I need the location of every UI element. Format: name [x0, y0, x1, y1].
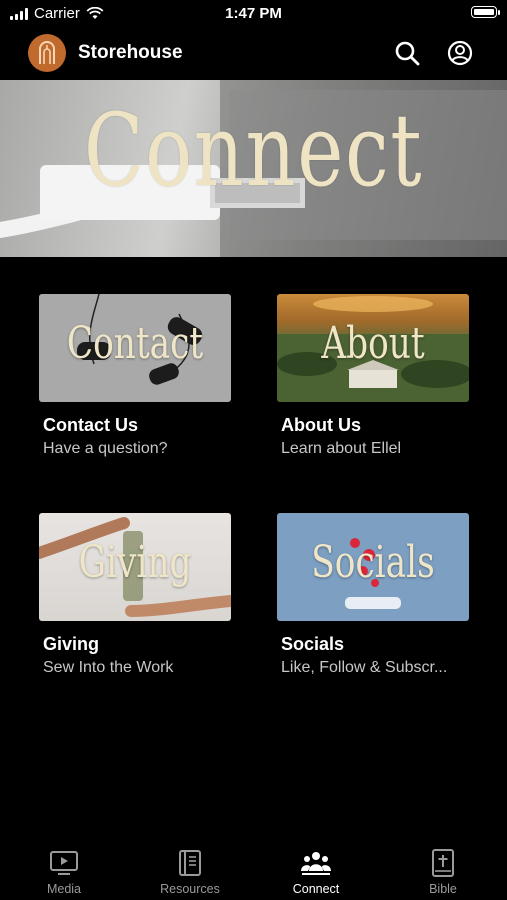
profile-icon[interactable] [447, 40, 473, 66]
giving-card[interactable]: Giving Giving Sew Into the Work [39, 513, 231, 677]
socials-card-image-text: Socials [311, 537, 435, 588]
search-icon[interactable] [394, 40, 420, 66]
giving-card-subtitle: Sew Into the Work [43, 659, 174, 676]
contact-card-title: Contact Us [43, 415, 139, 435]
about-card-subtitle: Learn about Ellel [281, 440, 402, 457]
tab-media[interactable]: Media [1, 838, 127, 896]
giving-card-title: Giving [43, 634, 100, 654]
tab-resources[interactable]: Resources [127, 838, 253, 896]
tab-resources-label: Resources [160, 882, 220, 896]
bible-icon [432, 849, 454, 877]
people-icon [301, 852, 331, 875]
app-header: Storehouse [0, 28, 507, 78]
status-bar: Carrier 1:47 PM [0, 0, 507, 28]
socials-card-subtitle: Like, Follow & Subscr... [281, 659, 448, 676]
giving-card-image[interactable]: Giving [39, 513, 231, 621]
media-icon [50, 851, 78, 875]
socials-card-title: Socials [281, 634, 345, 654]
storehouse-logo-icon [39, 41, 55, 64]
battery-icon [471, 6, 500, 18]
about-card[interactable]: About About Us Learn about Ellel [277, 294, 469, 458]
socials-card-image[interactable]: Socials [277, 513, 469, 621]
contact-card-image-text: Contact [66, 318, 204, 369]
app-title: Storehouse [78, 42, 183, 63]
tab-connect[interactable]: Connect [253, 838, 379, 896]
book-icon [179, 850, 201, 876]
contact-card-subtitle: Have a question? [43, 440, 168, 457]
about-card-image[interactable]: About [277, 294, 469, 402]
contact-card-image[interactable]: Contact [39, 294, 231, 402]
hero-title: Connect [83, 92, 424, 209]
giving-card-image-text: Giving [78, 537, 192, 588]
about-card-title: About Us [281, 415, 361, 435]
about-card-image-text: About [321, 318, 425, 369]
status-time: 1:47 PM [225, 5, 282, 22]
socials-card[interactable]: Socials Socials Like, Follow & Subscr... [277, 513, 469, 677]
connect-hero-banner: Connect [0, 80, 507, 257]
tab-connect-label: Connect [292, 882, 340, 896]
app-logo [28, 34, 66, 72]
tab-media-label: Media [46, 882, 82, 896]
tab-bible-label: Bible [429, 882, 457, 896]
contact-card[interactable]: Contact Contact Us Have a question? [39, 294, 231, 458]
bottom-tab-bar: Media Resources Connect Bible [0, 838, 507, 900]
tab-bible[interactable]: Bible [380, 838, 506, 896]
